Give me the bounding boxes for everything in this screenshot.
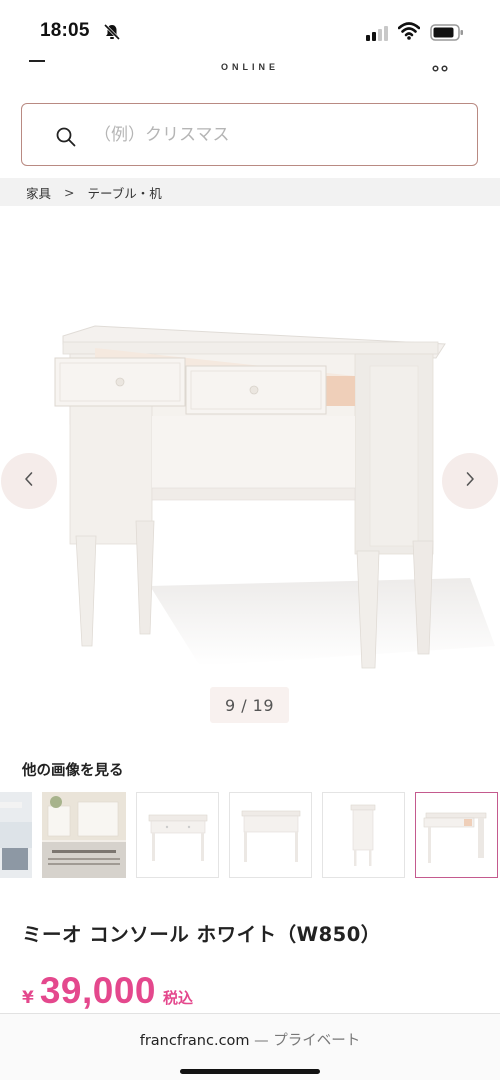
cart-icon[interactable] xyxy=(432,57,448,76)
browser-address-bar[interactable]: francfranc.com — プライベート xyxy=(0,1013,500,1080)
thumbnail-1[interactable] xyxy=(0,792,32,878)
home-indicator xyxy=(180,1069,320,1074)
thumbnail-5[interactable] xyxy=(322,792,405,878)
breadcrumb-separator: > xyxy=(64,184,75,200)
thumbnail-4[interactable] xyxy=(229,792,312,878)
image-counter: 9 / 19 xyxy=(210,687,289,723)
browser-separator: — xyxy=(249,1033,274,1049)
price-tax-label: 税込 xyxy=(163,989,194,1007)
prev-image-button[interactable] xyxy=(1,453,57,509)
thumbnail-6-selected[interactable] xyxy=(415,792,498,878)
product-price: ¥ 39,000 税込 xyxy=(22,970,193,1012)
search-icon xyxy=(55,126,77,152)
chevron-left-icon xyxy=(23,471,35,491)
breadcrumb: 家具 > テーブル・机 xyxy=(0,178,500,206)
thumbnail-3[interactable] xyxy=(136,792,219,878)
next-image-button[interactable] xyxy=(442,453,498,509)
browser-url[interactable]: francfranc.com — プライベート xyxy=(0,1029,500,1050)
browser-private-label: プライベート xyxy=(273,1033,361,1049)
product-name: ミーオ コンソール ホワイト（W850） xyxy=(22,923,381,946)
thumbnail-strip xyxy=(0,792,500,878)
chevron-right-icon xyxy=(464,471,476,491)
thumbnail-2[interactable] xyxy=(42,792,126,878)
brand-logo[interactable]: ONLINE xyxy=(0,62,500,72)
price-value: 39,000 xyxy=(39,970,157,1011)
breadcrumb-item-furniture[interactable]: 家具 xyxy=(26,183,51,202)
breadcrumb-item-table-desk[interactable]: テーブル・机 xyxy=(88,183,162,202)
wifi-icon xyxy=(397,22,421,44)
more-images-title: 他の画像を見る xyxy=(22,763,124,779)
app-header: ONLINE xyxy=(0,54,500,90)
product-image[interactable] xyxy=(0,206,500,684)
search-box[interactable] xyxy=(21,103,478,166)
search-input[interactable] xyxy=(94,120,454,150)
browser-domain: francfranc.com xyxy=(139,1033,250,1049)
status-bar: 18:05 xyxy=(0,0,500,54)
battery-icon xyxy=(430,24,464,45)
price-currency: ¥ xyxy=(22,988,34,1008)
cellular-signal-icon xyxy=(366,25,390,45)
bell-slash-icon xyxy=(103,23,121,45)
status-time: 18:05 xyxy=(40,20,90,41)
